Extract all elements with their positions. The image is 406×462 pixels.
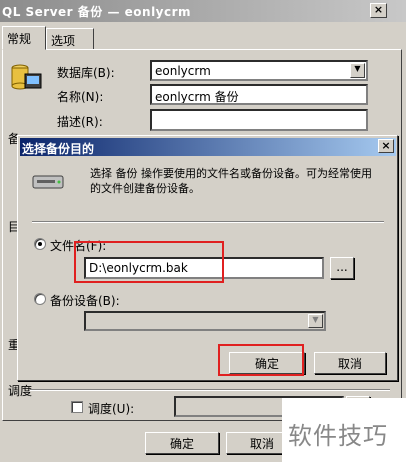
backup-device-select[interactable]: ▼ [84, 311, 326, 331]
dialog-separator [32, 221, 384, 223]
database-select-value: eonlycrm [155, 64, 211, 78]
dialog-description: 选择 备份 操作要使用的文件名或备份设备。可为经常使用的文件创建备份设备。 [90, 167, 372, 195]
browse-file-button[interactable]: ... [330, 257, 354, 279]
description-input[interactable] [150, 109, 368, 131]
chevron-down-icon[interactable]: ▼ [350, 63, 365, 78]
name-input-value: eonlycrm 备份 [155, 90, 239, 104]
name-input[interactable]: eonlycrm 备份 [150, 84, 368, 105]
schedule-section-label: 调度 [8, 384, 33, 398]
database-label: 数据库(B): [57, 66, 115, 80]
name-label: 名称(N): [57, 90, 104, 104]
filename-highlight-box [74, 241, 224, 283]
watermark-text: 软件技巧 [288, 422, 388, 450]
main-window-close-button[interactable]: × [370, 3, 387, 18]
close-icon: × [373, 3, 384, 16]
tab-options[interactable]: 选项 [46, 28, 94, 50]
schedule-checkbox[interactable] [71, 401, 83, 413]
filename-radio[interactable] [34, 238, 46, 250]
close-icon: × [381, 139, 391, 152]
schedule-separator [30, 389, 390, 391]
main-window-titlebar: QL Server 备份 — eonlycrm × [0, 0, 406, 22]
database-icon [11, 64, 42, 90]
backup-device-icon [32, 175, 64, 189]
schedule-checkbox-label: 调度(U): [88, 402, 135, 416]
database-select[interactable]: eonlycrm ▼ [150, 60, 368, 81]
backup-device-label: 备份设备(B): [50, 294, 120, 308]
select-backup-destination-dialog: 选择备份目的 × 选择 备份 操作要使用的文件名或备份设备。可为经常使用的文件创… [17, 135, 398, 381]
tab-options-label: 选项 [51, 34, 76, 48]
dialog-titlebar: 选择备份目的 × [20, 138, 396, 156]
watermark: 软件技巧 [282, 398, 406, 462]
backup-device-radio[interactable] [34, 293, 46, 305]
chevron-down-icon: ▼ [308, 314, 323, 328]
dialog-close-button[interactable]: × [378, 139, 394, 153]
dialog-cancel-button[interactable]: 取消 [314, 352, 386, 374]
description-label: 描述(R): [57, 115, 103, 129]
main-ok-button[interactable]: 确定 [145, 432, 219, 454]
main-window-title: QL Server 备份 — eonlycrm [2, 5, 192, 19]
tab-general-label: 常规 [7, 32, 32, 46]
dialog-title: 选择备份目的 [22, 142, 95, 156]
ok-highlight-box [218, 344, 304, 376]
tab-general[interactable]: 常规 [2, 26, 46, 50]
